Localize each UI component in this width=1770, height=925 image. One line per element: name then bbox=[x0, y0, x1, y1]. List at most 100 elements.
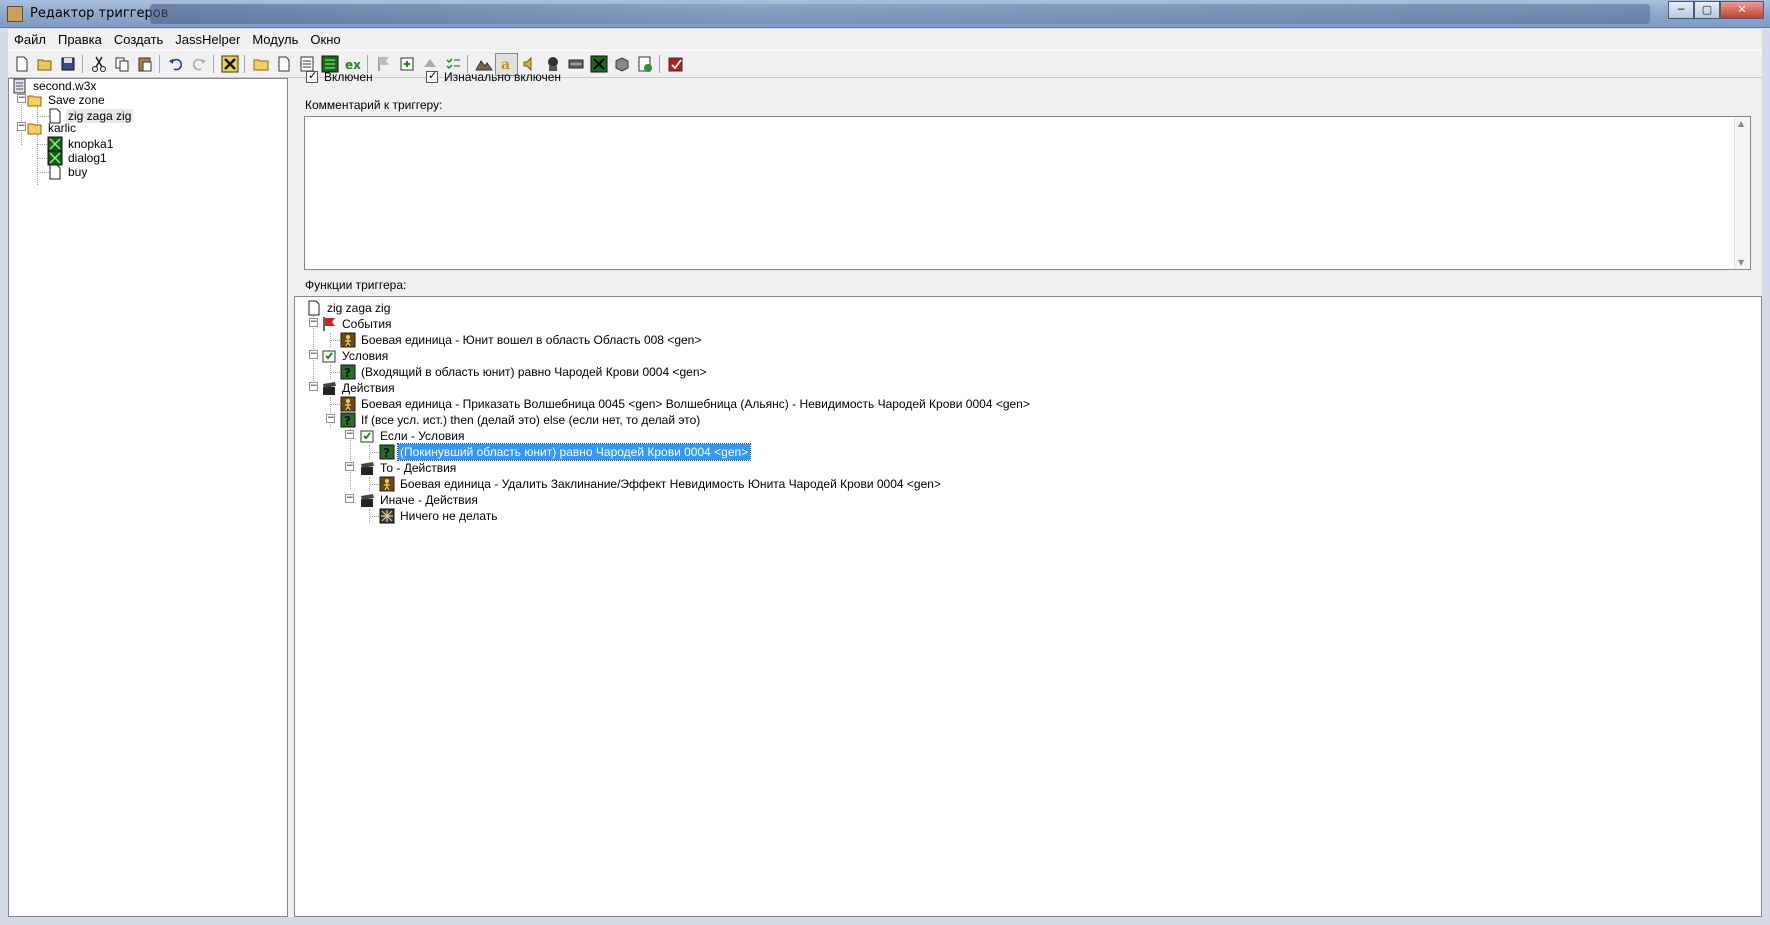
menu-module[interactable]: Модуль bbox=[246, 32, 304, 47]
close-button[interactable]: ✕ bbox=[1720, 1, 1764, 19]
checkbox-icon bbox=[426, 69, 438, 83]
main-area: second.w3x − Save zone zig zaga zig − ka… bbox=[8, 69, 1762, 917]
collapse-icon[interactable]: − bbox=[309, 318, 318, 327]
toolbar-separator bbox=[210, 53, 218, 75]
condition-icon bbox=[321, 348, 337, 364]
title-bar: Редактор триггеров ─ ▢ ✕ bbox=[0, 0, 1770, 28]
function-root[interactable]: zig zaga zig bbox=[306, 300, 392, 316]
conditions-node[interactable]: Условия bbox=[321, 348, 390, 364]
maximize-button[interactable]: ▢ bbox=[1694, 1, 1720, 19]
object-icon[interactable] bbox=[610, 53, 633, 76]
actions-node[interactable]: Действия bbox=[321, 380, 397, 396]
collapse-icon[interactable]: − bbox=[309, 350, 318, 359]
window-controls: ─ ▢ ✕ bbox=[1668, 1, 1764, 19]
window-title: Редактор триггеров bbox=[30, 6, 169, 21]
collapse-icon[interactable]: − bbox=[345, 494, 354, 503]
toolbar: ex a bbox=[8, 50, 1762, 78]
new-condition-icon[interactable] bbox=[372, 53, 395, 76]
import-icon[interactable] bbox=[633, 53, 656, 76]
else-action-item[interactable]: Ничего не делать bbox=[379, 508, 500, 524]
do-nothing-icon bbox=[379, 508, 395, 524]
checkbox-icon bbox=[306, 69, 318, 83]
paste-icon[interactable] bbox=[133, 53, 156, 76]
comment-textarea[interactable]: ▲ ▼ bbox=[304, 116, 1751, 270]
events-node[interactable]: События bbox=[321, 316, 394, 332]
menu-edit[interactable]: Правка bbox=[52, 32, 108, 47]
vertical-scrollbar[interactable]: ▲ ▼ bbox=[1734, 117, 1750, 269]
toolbar-separator bbox=[156, 53, 164, 75]
unit-action-icon bbox=[379, 476, 395, 492]
copy-icon[interactable] bbox=[110, 53, 133, 76]
if-condition-item[interactable]: ? (Покинувший область юнит) равно Чароде… bbox=[379, 443, 752, 461]
initially-on-checkbox[interactable]: Изначально включен bbox=[426, 69, 561, 84]
trigger-functions-tree[interactable]: zig zaga zig − События Боевая единица - … bbox=[294, 296, 1762, 917]
unit-action-icon bbox=[340, 396, 356, 412]
functions-label: Функции триггера: bbox=[305, 278, 407, 292]
collapse-icon[interactable]: − bbox=[17, 122, 26, 131]
tree-item-folder-save-zone[interactable]: Save zone bbox=[27, 92, 107, 108]
cut-icon[interactable] bbox=[87, 53, 110, 76]
clapperboard-icon bbox=[359, 460, 375, 476]
if-conditions-node[interactable]: Если - Условия bbox=[359, 428, 466, 444]
trigger-editor-pane: Включен Изначально включен Комментарий к… bbox=[294, 69, 1762, 917]
tree-line bbox=[37, 135, 38, 185]
trigger-list-tree[interactable]: second.w3x − Save zone zig zaga zig − ka… bbox=[8, 78, 288, 917]
collapse-icon[interactable]: − bbox=[345, 462, 354, 471]
toolbar-separator bbox=[241, 53, 249, 75]
unit-action-icon bbox=[340, 332, 356, 348]
event-flag-icon bbox=[321, 316, 337, 332]
svg-text:?: ? bbox=[383, 446, 390, 460]
if-then-else-item[interactable]: ? If (все усл. ист.) then (делай это) el… bbox=[340, 412, 702, 428]
scroll-up-icon[interactable]: ▲ bbox=[1738, 119, 1744, 128]
condition-item[interactable]: ? (Входящий в область юнит) равно Чароде… bbox=[340, 364, 709, 380]
trigger-icon[interactable] bbox=[587, 53, 610, 76]
condition-question-icon: ? bbox=[340, 412, 356, 428]
toolbar-separator bbox=[79, 53, 87, 75]
then-action-item[interactable]: Боевая единица - Удалить Заклинание/Эффе… bbox=[379, 476, 943, 492]
collapse-icon[interactable]: − bbox=[345, 430, 354, 439]
then-actions-node[interactable]: То - Действия bbox=[359, 460, 458, 476]
trigger-page-icon bbox=[306, 300, 322, 316]
svg-text:?: ? bbox=[344, 366, 351, 380]
folder-open-icon bbox=[27, 92, 43, 108]
redo-icon[interactable] bbox=[187, 53, 210, 76]
tree-item-trigger-buy[interactable]: buy bbox=[47, 164, 89, 180]
action-item[interactable]: Боевая единица - Приказать Волшебница 00… bbox=[340, 396, 1032, 412]
tree-item-folder-karlic[interactable]: karlic bbox=[27, 120, 78, 136]
menu-create[interactable]: Создать bbox=[108, 32, 169, 47]
menu-file[interactable]: Файл bbox=[8, 32, 52, 47]
toolbar-separator bbox=[656, 53, 664, 75]
undo-icon[interactable] bbox=[164, 53, 187, 76]
folder-open-icon bbox=[27, 120, 43, 136]
menu-jasshelper[interactable]: JassHelper bbox=[169, 32, 246, 47]
new-icon[interactable] bbox=[10, 53, 33, 76]
app-icon bbox=[7, 6, 23, 22]
else-actions-node[interactable]: Иначе - Действия bbox=[359, 492, 480, 508]
clapperboard-icon bbox=[359, 492, 375, 508]
condition-icon bbox=[359, 428, 375, 444]
map-icon bbox=[12, 78, 28, 94]
trigger-page-icon bbox=[47, 164, 63, 180]
event-item[interactable]: Боевая единица - Юнит вошел в область Об… bbox=[340, 332, 703, 348]
scroll-down-icon[interactable]: ▼ bbox=[1738, 258, 1744, 267]
taskbar-strip bbox=[150, 4, 1650, 24]
new-trigger-icon[interactable] bbox=[272, 53, 295, 76]
enabled-checkbox[interactable]: Включен bbox=[306, 69, 373, 84]
collapse-icon[interactable]: − bbox=[17, 94, 26, 103]
svg-text:?: ? bbox=[344, 414, 351, 428]
save-icon[interactable] bbox=[56, 53, 79, 76]
collapse-icon[interactable]: − bbox=[326, 414, 335, 423]
clapperboard-icon bbox=[321, 380, 337, 396]
camera-icon[interactable] bbox=[564, 53, 587, 76]
jass-icon[interactable] bbox=[218, 53, 241, 76]
test-map-icon[interactable] bbox=[664, 53, 687, 76]
open-icon[interactable] bbox=[33, 53, 56, 76]
comment-label: Комментарий к триггеру: bbox=[305, 98, 443, 112]
minimize-button[interactable]: ─ bbox=[1668, 1, 1694, 19]
menu-window[interactable]: Окно bbox=[304, 32, 346, 47]
new-category-icon[interactable] bbox=[249, 53, 272, 76]
new-action-icon[interactable] bbox=[395, 53, 418, 76]
condition-question-icon: ? bbox=[379, 444, 395, 460]
collapse-icon[interactable]: − bbox=[309, 382, 318, 391]
menu-bar: Файл Правка Создать JassHelper Модуль Ок… bbox=[8, 29, 1762, 50]
